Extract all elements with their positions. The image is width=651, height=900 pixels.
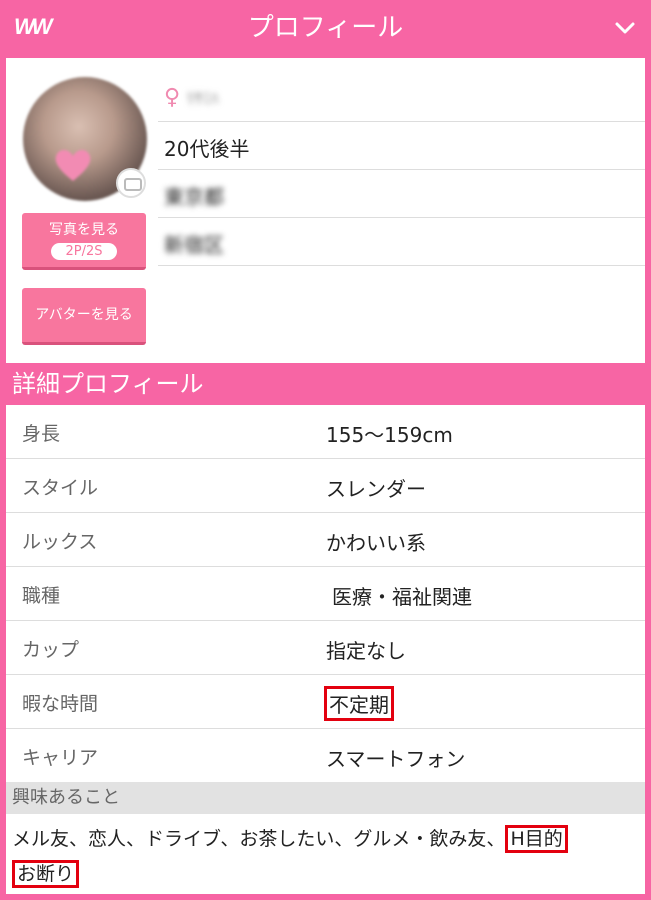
user-age: 20代後半: [164, 137, 250, 161]
interests-highlight: お断り: [12, 860, 80, 888]
profile-card: 写真を見る 2P/2S アバターを見る ♀ ﾘｻﾐﾊ 20代後半 東京都 新宿区: [6, 58, 645, 363]
detail-value: かわいい系: [326, 531, 426, 555]
detail-label: ルックス: [22, 531, 98, 553]
detail-row-carrier: キャリア スマートフォン: [6, 729, 645, 783]
user-name: ﾘｻﾐﾊ: [186, 89, 219, 108]
interests-header: 興味あること: [6, 782, 645, 814]
area-row: 新宿区: [158, 220, 645, 266]
interests-highlight: H目的: [505, 825, 568, 853]
camera-icon: [116, 168, 146, 198]
interests-title: 興味あること: [12, 787, 120, 808]
view-photos-button[interactable]: 写真を見る 2P/2S: [22, 213, 146, 270]
detail-value: 医療・福祉関連: [332, 585, 472, 609]
detail-value: 不定期: [324, 686, 394, 721]
detail-value: 155～159cm: [326, 423, 453, 447]
age-row: 20代後半: [158, 124, 645, 170]
detail-row-free-time: 暇な時間 不定期: [6, 675, 645, 729]
photo-count-badge: 2P/2S: [51, 243, 117, 260]
detail-label: 暇な時間: [22, 693, 99, 715]
detail-row-cup: カップ 指定なし: [6, 621, 645, 675]
detail-label: 身長: [22, 423, 61, 445]
header-bar: WW プロフィール: [0, 0, 651, 56]
detail-label: カップ: [22, 639, 80, 661]
detail-label: キャリア: [22, 747, 99, 769]
detail-row-height: 身長 155～159cm: [6, 405, 645, 459]
heart-icon: [55, 150, 91, 181]
interests-text: メル友、恋人、ドライブ、お茶したい、グルメ・飲み友、: [12, 828, 506, 850]
view-photos-label: 写真を見る: [49, 222, 119, 238]
detail-table: 身長 155～159cm スタイル スレンダー ルックス かわいい系 職種 医療…: [6, 405, 645, 782]
detail-section-header: 詳細プロフィール: [0, 363, 651, 405]
name-row: ♀ ﾘｻﾐﾊ: [158, 76, 645, 122]
detail-value: 指定なし: [326, 639, 406, 663]
detail-label: スタイル: [22, 477, 99, 499]
chevron-down-icon[interactable]: [613, 16, 637, 40]
female-icon: ♀: [164, 85, 181, 110]
region-row: 東京都: [158, 172, 645, 218]
user-region: 東京都: [164, 185, 224, 209]
page-title: プロフィール: [247, 13, 404, 43]
interests-body: メル友、恋人、ドライブ、お茶したい、グルメ・飲み友、 H目的 お断り: [6, 814, 645, 894]
detail-value: スレンダー: [326, 477, 426, 501]
view-avatar-button[interactable]: アバターを見る: [22, 288, 146, 345]
user-area: 新宿区: [164, 233, 224, 257]
detail-row-style: スタイル スレンダー: [6, 459, 645, 513]
detail-label: 職種: [22, 585, 61, 607]
detail-section-title: 詳細プロフィール: [12, 370, 204, 398]
detail-value: スマートフォン: [326, 747, 466, 771]
detail-row-occupation: 職種 医療・福祉関連: [6, 567, 645, 621]
detail-row-looks: ルックス かわいい系: [6, 513, 645, 567]
